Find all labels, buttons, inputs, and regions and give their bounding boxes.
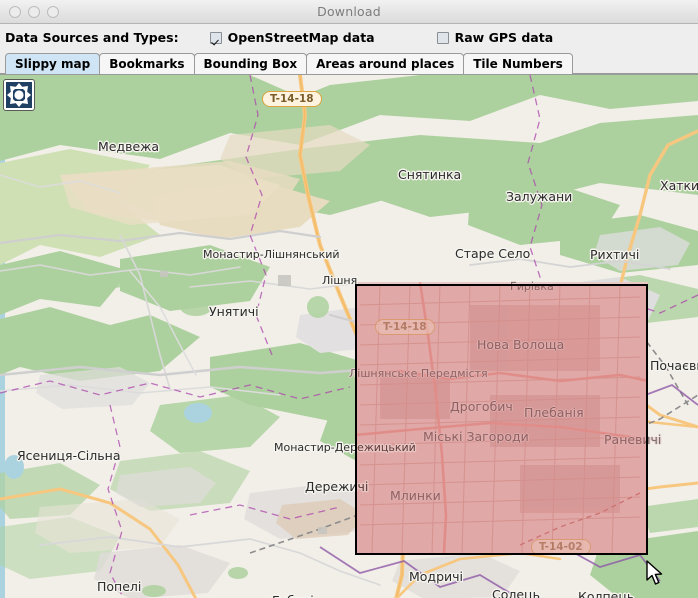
tab-bounding-box-label: Bounding Box [203,57,298,71]
tab-slippy-map-label: Slippy map [15,57,91,71]
download-window: Download Data Sources and Types: OpenStr… [0,0,698,598]
window-titlebar: Download [0,0,698,24]
window-controls [0,5,59,18]
minimize-button[interactable] [28,5,40,18]
zoom-button[interactable] [47,5,59,18]
data-sources-row: Data Sources and Types: OpenStreetMap da… [0,24,698,51]
tab-bookmarks[interactable]: Bookmarks [99,53,195,74]
tab-strip: Slippy map Bookmarks Bounding Box Areas … [0,51,698,74]
tab-areas-around-places[interactable]: Areas around places [306,53,465,74]
tab-areas-around-places-label: Areas around places [316,57,455,71]
checkbox-openstreetmap-box[interactable] [209,31,222,44]
tab-tile-numbers[interactable]: Tile Numbers [463,53,573,74]
tab-bookmarks-label: Bookmarks [109,57,185,71]
tab-bounding-box[interactable]: Bounding Box [193,53,308,74]
checkbox-raw-gps-data[interactable]: Raw GPS data [436,30,554,45]
checkbox-raw-gps-label: Raw GPS data [454,30,554,45]
close-button[interactable] [9,5,21,18]
checkbox-openstreetmap-data[interactable]: OpenStreetMap data [209,30,375,45]
tab-slippy-map[interactable]: Slippy map [5,53,101,74]
pan-arrows-glyph [7,83,31,107]
selection-tint-layer [355,282,648,553]
checkbox-openstreetmap-label: OpenStreetMap data [227,30,375,45]
checkbox-raw-gps-box[interactable] [436,31,449,44]
window-title: Download [317,4,381,19]
slippy-map-canvas[interactable]: Медвежа Снятинка Залужани Хатки Монастир-Ліш… [0,74,698,598]
data-sources-label: Data Sources and Types: [5,30,179,45]
tab-tile-numbers-label: Tile Numbers [473,57,563,71]
pan-compass-icon[interactable] [4,80,34,110]
